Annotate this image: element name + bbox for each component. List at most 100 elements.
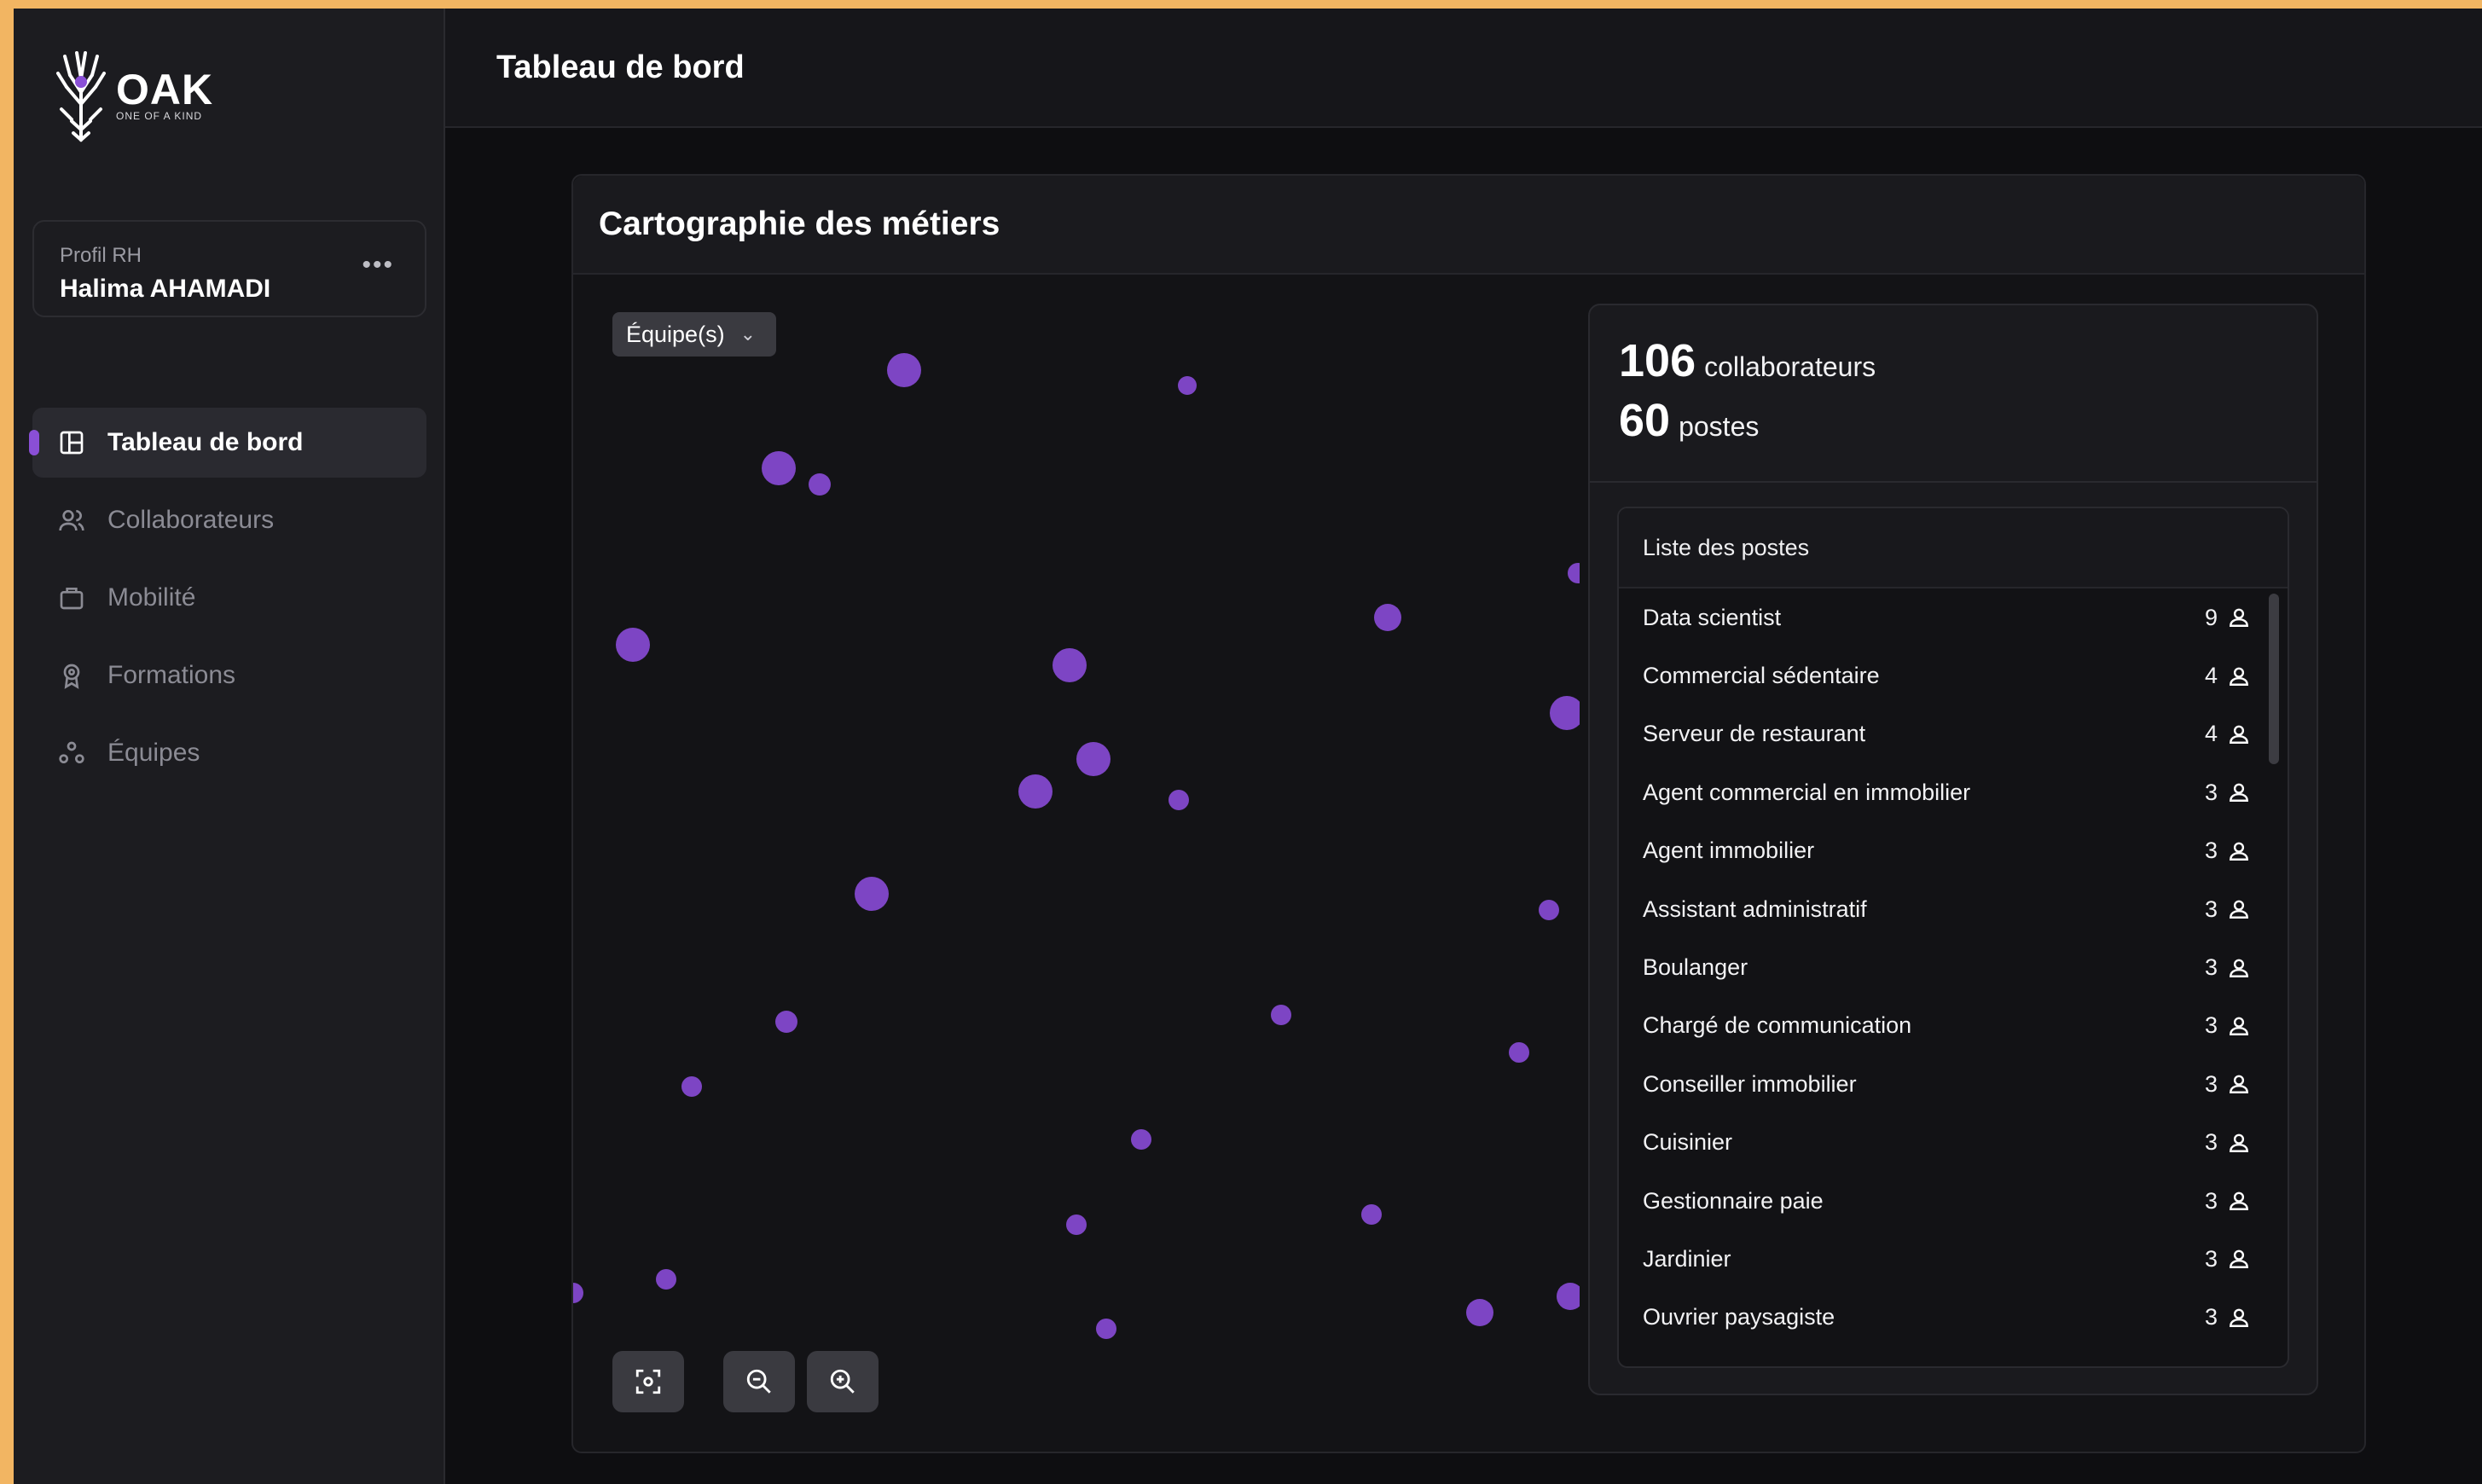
users-icon	[59, 510, 84, 531]
position-count: 3	[2204, 838, 2218, 864]
person-icon	[2230, 1133, 2248, 1152]
job-node[interactable]	[1361, 1204, 1382, 1225]
position-name: Gestionnaire paie	[1643, 1187, 1824, 1214]
profile-card[interactable]: Profil RH Halima AHAMADI •••	[32, 220, 426, 317]
award-icon	[63, 664, 80, 689]
positions-list[interactable]: Liste des postes Data scientist 9 Commerci…	[1617, 507, 2289, 1368]
team-filter-label: Équipe(s)	[626, 321, 725, 347]
job-node[interactable]	[1053, 648, 1087, 682]
position-count: 3	[2204, 1012, 2218, 1039]
briefcase-icon	[60, 588, 84, 610]
person-icon	[2230, 1191, 2248, 1211]
profile-role: Profil RH	[60, 244, 142, 267]
list-item[interactable]: Agent commercial en immobilier 3	[1619, 763, 2288, 821]
job-node[interactable]	[1509, 1042, 1529, 1063]
person-icon	[2230, 900, 2248, 919]
brand-tagline: ONE OF A KIND	[116, 110, 203, 122]
position-name: Jardinier	[1643, 1245, 1731, 1272]
sidebar-item-teams[interactable]: Équipes	[32, 718, 426, 788]
job-node[interactable]	[1066, 1214, 1087, 1235]
job-map-graph[interactable]	[573, 275, 1580, 1455]
person-icon	[2230, 608, 2248, 628]
job-node[interactable]	[616, 628, 650, 662]
sidebar-item-label: Tableau de bord	[107, 428, 304, 456]
positions-label: postes	[1679, 411, 1760, 442]
position-name: Agent commercial en immobilier	[1643, 779, 1971, 805]
app-window: OAK ONE OF A KIND Profil RH Halima AHAMA…	[14, 9, 2482, 1484]
job-node[interactable]	[775, 1011, 797, 1033]
list-item[interactable]: Boulanger 3	[1619, 938, 2288, 996]
sidebar-item-dashboard[interactable]: Tableau de bord	[29, 408, 426, 478]
job-map-canvas[interactable]: Équipe(s) ⌄	[573, 275, 1580, 1455]
job-node[interactable]	[887, 353, 921, 387]
list-item[interactable]: Chargé de communication 3	[1619, 997, 2288, 1055]
position-name: Serveur de restaurant	[1643, 721, 1866, 747]
stats-panel: 106 collaborateurs 60 postes Liste des p…	[1588, 304, 2318, 1395]
job-node[interactable]	[1557, 1283, 1580, 1310]
list-item[interactable]: Data scientist 9	[1619, 588, 2288, 646]
sidebar-item-trainings[interactable]: Formations	[32, 641, 426, 710]
person-icon	[2230, 1075, 2248, 1094]
job-node[interactable]	[656, 1269, 676, 1290]
position-count: 3	[2204, 954, 2218, 981]
job-node[interactable]	[1096, 1319, 1116, 1339]
job-node[interactable]	[1169, 790, 1189, 810]
job-node[interactable]	[1568, 563, 1580, 583]
position-count: 3	[2204, 1304, 2218, 1330]
list-item[interactable]: Agent immobilier 3	[1619, 822, 2288, 880]
job-node[interactable]	[1466, 1299, 1493, 1326]
job-node[interactable]	[809, 473, 831, 496]
position-name: Chargé de communication	[1643, 1012, 1912, 1039]
zoom-in-button[interactable]	[807, 1351, 879, 1412]
collaborators-count: 106	[1619, 335, 1696, 386]
list-item[interactable]: Jardinier 3	[1619, 1230, 2288, 1288]
positions-list-body: Data scientist 9 Commercial sédentaire 4 Ser…	[1619, 588, 2288, 1347]
collaborators-label: collaborateurs	[1704, 351, 1876, 382]
job-node[interactable]	[1271, 1005, 1291, 1025]
collaborators-stat: 106 collaborateurs	[1619, 334, 1876, 387]
job-node[interactable]	[1178, 376, 1197, 395]
sidebar-item-mobility[interactable]: Mobilité	[32, 563, 426, 633]
oak-logo[interactable]: OAK ONE OF A KIND	[51, 44, 213, 147]
zoom-in-icon	[830, 1369, 855, 1394]
job-node[interactable]	[681, 1076, 702, 1097]
positions-list-title: Liste des postes	[1619, 508, 2288, 588]
list-item[interactable]: Cuisinier 3	[1619, 1114, 2288, 1172]
position-name: Conseiller immobilier	[1643, 1070, 1857, 1097]
sidebar-item-collaborators[interactable]: Collaborateurs	[32, 485, 426, 555]
list-item[interactable]: Gestionnaire paie 3	[1619, 1172, 2288, 1230]
position-count: 3	[2204, 1187, 2218, 1214]
list-item[interactable]: Conseiller immobilier 3	[1619, 1055, 2288, 1113]
person-icon	[2230, 783, 2248, 803]
position-count: 3	[2204, 1245, 2218, 1272]
position-name: Assistant administratif	[1643, 896, 1867, 922]
sidebar-item-label: Équipes	[107, 739, 200, 767]
position-name: Data scientist	[1643, 604, 1782, 630]
divider	[1590, 481, 2317, 483]
team-filter-dropdown[interactable]: Équipe(s) ⌄	[612, 312, 776, 357]
person-icon	[2230, 959, 2248, 977]
job-node[interactable]	[762, 451, 796, 485]
positions-list-scrollbar[interactable]	[2269, 594, 2279, 764]
job-map-card: Cartographie des métiers Équipe(s) ⌄ 106…	[571, 174, 2366, 1453]
job-node[interactable]	[1018, 774, 1053, 809]
zoom-out-button[interactable]	[723, 1351, 795, 1412]
job-node[interactable]	[1374, 604, 1401, 631]
profile-more-button[interactable]: •••	[362, 251, 394, 280]
job-node[interactable]	[1076, 742, 1111, 776]
main-content: Tableau de bord Cartographie des métiers…	[445, 9, 2482, 1484]
fit-view-button[interactable]	[612, 1351, 684, 1412]
positions-stat: 60 postes	[1619, 394, 1759, 447]
list-item[interactable]: Assistant administratif 3	[1619, 880, 2288, 938]
brand-name: OAK	[116, 66, 214, 113]
list-item[interactable]: Serveur de restaurant 4	[1619, 705, 2288, 763]
job-node[interactable]	[855, 877, 889, 911]
list-item[interactable]: Ouvrier paysagiste 3	[1619, 1289, 2288, 1347]
fit-view-icon	[635, 1369, 661, 1394]
list-item[interactable]: Commercial sédentaire 4	[1619, 646, 2288, 704]
job-node[interactable]	[1131, 1129, 1151, 1150]
job-node[interactable]	[573, 1283, 583, 1303]
job-node[interactable]	[1550, 696, 1580, 730]
page-title: Tableau de bord	[496, 49, 745, 85]
job-node[interactable]	[1539, 900, 1559, 920]
